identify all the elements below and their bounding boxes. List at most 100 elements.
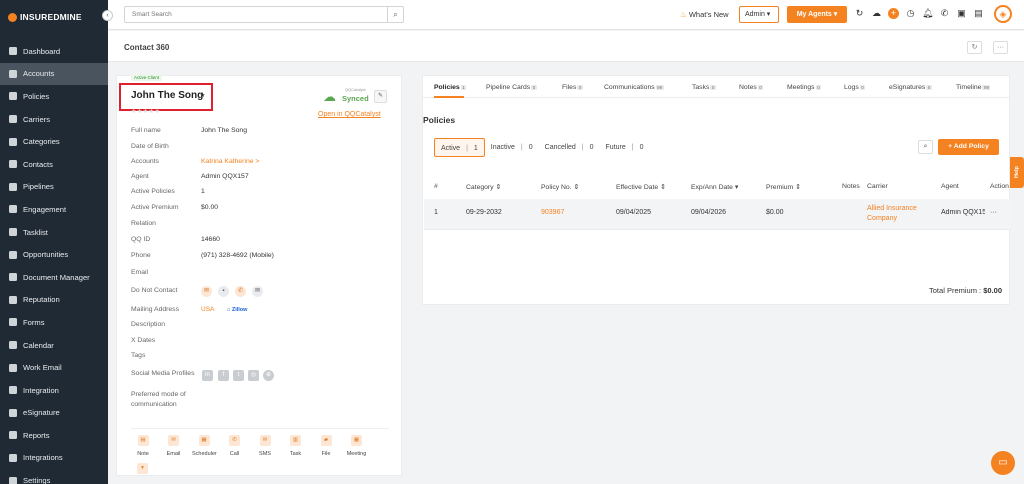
- sidebar-item-dashboard[interactable]: Dashboard: [0, 40, 108, 63]
- action-scheduler-button[interactable]: ▦ Scheduler: [192, 435, 217, 457]
- tab-notes[interactable]: Notes 0: [739, 84, 764, 91]
- sidebar-item-tasklist[interactable]: Tasklist: [0, 221, 108, 244]
- refresh-page-icon[interactable]: ↻: [967, 41, 982, 54]
- tab-count-badge: 1: [460, 84, 467, 90]
- tab-pipeline-cards[interactable]: Pipeline Cards 0: [486, 84, 537, 91]
- dnc-chat-icon[interactable]: ▪: [218, 286, 229, 297]
- facebook-icon[interactable]: f: [218, 370, 229, 381]
- instagram-icon[interactable]: ◎: [248, 370, 259, 381]
- filter-future[interactable]: Future | 0: [600, 138, 650, 157]
- tab-tasks[interactable]: Tasks 0: [692, 84, 716, 91]
- column-header[interactable]: Premium ⇕: [766, 183, 801, 191]
- filter-active[interactable]: Active | 1: [434, 138, 485, 157]
- action-file-button[interactable]: ▰ File: [314, 435, 338, 457]
- sidebar-item-calendar[interactable]: Calendar: [0, 334, 108, 357]
- sort-icon[interactable]: ⇕: [494, 184, 501, 191]
- collapse-sidebar-icon[interactable]: ‹: [102, 10, 113, 21]
- more-actions-icon[interactable]: ▾: [137, 463, 148, 474]
- chip-icon[interactable]: ▣: [956, 8, 967, 19]
- search-icon[interactable]: ⌕: [387, 7, 403, 22]
- whats-new-link[interactable]: ♨ What's New: [680, 10, 729, 19]
- rating-stars[interactable]: ★★★★★: [131, 108, 160, 115]
- cloud-icon[interactable]: ☁: [871, 8, 882, 19]
- filter-cancelled[interactable]: Cancelled | 0: [539, 138, 600, 157]
- add-policy-button[interactable]: + Add Policy: [938, 139, 999, 155]
- user-avatar[interactable]: ◈: [994, 5, 1012, 23]
- star-icon[interactable]: ★: [200, 92, 205, 99]
- tab-files[interactable]: Files 0: [562, 84, 583, 91]
- help-tab[interactable]: Help: [1010, 157, 1024, 188]
- action-sms-button[interactable]: ✉ SMS: [253, 435, 277, 457]
- sidebar-item-settings[interactable]: Settings: [0, 469, 108, 484]
- sidebar-item-esignature[interactable]: eSignature: [0, 402, 108, 425]
- cell-action[interactable]: ···: [990, 209, 997, 216]
- phone-icon[interactable]: ✆: [939, 8, 950, 19]
- sidebar-item-integration[interactable]: Integration: [0, 379, 108, 402]
- dnc-sms-icon[interactable]: ✉: [252, 286, 263, 297]
- sidebar-item-pipelines[interactable]: Pipelines: [0, 176, 108, 199]
- task-icon: ▥: [290, 435, 301, 446]
- cell-policy-no[interactable]: 903967: [541, 209, 564, 216]
- filter-inactive[interactable]: Inactive | 0: [485, 138, 539, 157]
- field-value[interactable]: Katrina Katherine >: [201, 158, 259, 165]
- tab-timeline[interactable]: Timeline 99: [956, 84, 991, 91]
- sidebar-item-reputation[interactable]: Reputation: [0, 289, 108, 312]
- role-select[interactable]: Admin ▾: [739, 6, 779, 23]
- refresh-icon[interactable]: ↻: [854, 8, 865, 19]
- edit-icon[interactable]: ✎: [374, 90, 387, 103]
- tab-meetings[interactable]: Meetings 0: [787, 84, 822, 91]
- reports-icon: [9, 431, 17, 440]
- sort-icon[interactable]: ⇕: [793, 184, 801, 191]
- sidebar-item-policies[interactable]: Policies: [0, 85, 108, 108]
- linkedin-icon[interactable]: in: [202, 370, 213, 381]
- sidebar-item-document-manager[interactable]: Document Manager: [0, 266, 108, 289]
- more-options-icon[interactable]: ···: [993, 41, 1008, 54]
- action-email-button[interactable]: ✉ Email: [162, 435, 186, 457]
- app-logo[interactable]: INSUREDMINE: [8, 12, 82, 22]
- sort-desc-icon[interactable]: ▾: [733, 184, 738, 191]
- sidebar-item-opportunities[interactable]: Opportunities: [0, 243, 108, 266]
- contacts-icon: [9, 160, 17, 169]
- globe-icon[interactable]: ⊕: [263, 370, 274, 381]
- open-in-qqcatalyst-link[interactable]: Open in QQCatalyst: [318, 111, 381, 118]
- column-header[interactable]: Policy No. ⇕: [541, 183, 579, 191]
- bell-icon[interactable]: 🔔︎: [922, 8, 933, 19]
- dnc-email-icon[interactable]: ✉: [201, 286, 212, 297]
- tab-esignatures[interactable]: eSignatures 0: [889, 84, 932, 91]
- sidebar-item-integrations[interactable]: Integrations: [0, 447, 108, 470]
- action-meeting-button[interactable]: ▦ Meeting: [345, 435, 369, 457]
- tab-communications[interactable]: Communications 99: [604, 84, 664, 91]
- add-icon[interactable]: +: [888, 8, 899, 19]
- chat-icon[interactable]: ▭: [991, 451, 1015, 475]
- settings-icon: [9, 476, 17, 484]
- action-note-button[interactable]: ▤ Note: [131, 435, 155, 457]
- search-input[interactable]: [125, 7, 387, 22]
- mailing-country[interactable]: USA: [201, 306, 214, 313]
- dnc-phone-icon[interactable]: ✆: [235, 286, 246, 297]
- sidebar-item-forms[interactable]: Forms: [0, 311, 108, 334]
- sidebar-item-categories[interactable]: Categories: [0, 130, 108, 153]
- my-agents-button[interactable]: My Agents ▾: [787, 6, 847, 23]
- sidebar-item-contacts[interactable]: Contacts: [0, 153, 108, 176]
- trash-icon[interactable]: ▤: [973, 8, 984, 19]
- column-header[interactable]: Effective Date ⇕: [616, 183, 666, 191]
- sort-icon[interactable]: ⇕: [572, 184, 579, 191]
- policy-search-icon[interactable]: ⌕: [918, 140, 933, 154]
- sort-icon[interactable]: ⇕: [658, 184, 666, 191]
- sidebar-item-reports[interactable]: Reports: [0, 424, 108, 447]
- carrier-link[interactable]: Allied Insurance Company: [867, 204, 933, 224]
- column-header: #: [434, 183, 438, 190]
- column-header[interactable]: Category ⇕: [466, 183, 501, 191]
- tab-logs[interactable]: Logs 0: [844, 84, 866, 91]
- column-header[interactable]: Exp/Ann Date ▾: [691, 183, 738, 191]
- twitter-icon[interactable]: t: [233, 370, 244, 381]
- action-task-button[interactable]: ▥ Task: [284, 435, 308, 457]
- sidebar-item-work-email[interactable]: Work Email: [0, 356, 108, 379]
- sidebar-item-accounts[interactable]: Accounts: [0, 62, 108, 86]
- tab-policies[interactable]: Policies 1: [434, 84, 467, 91]
- zillow-link[interactable]: ⌂ Zillow: [227, 307, 247, 313]
- sidebar-item-engagement[interactable]: Engagement: [0, 198, 108, 221]
- sidebar-item-carriers[interactable]: Carriers: [0, 108, 108, 131]
- clock-icon[interactable]: ◷: [905, 8, 916, 19]
- action-call-button[interactable]: ✆ Call: [223, 435, 247, 457]
